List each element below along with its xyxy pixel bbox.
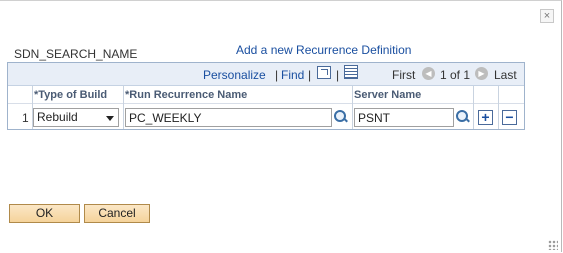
run-recurrence-name-input[interactable] [125,108,332,127]
add-recurrence-definition-link[interactable]: Add a new Recurrence Definition [236,43,411,57]
find-link[interactable]: Find [281,68,304,82]
nav-separator: | [308,68,312,82]
first-label: First [392,68,416,82]
row-range-label: 1 of 1 [440,68,471,82]
column-header-server-name: Server Name [353,86,473,104]
search-icon[interactable] [456,110,470,124]
cancel-button[interactable]: Cancel [84,204,150,223]
row-number: 1 [22,111,29,125]
ok-button[interactable]: OK [9,204,80,223]
server-name-input[interactable] [354,108,454,127]
previous-arrow-icon[interactable]: ◀ [422,67,435,80]
type-of-build-select[interactable]: Rebuild [33,108,119,127]
column-divider [498,86,499,129]
column-divider [473,86,474,129]
next-arrow-icon[interactable]: ▶ [475,67,488,80]
column-header-type-of-build: *Type of Build [33,86,123,104]
component-name-label: SDN_SEARCH_NAME [14,47,138,61]
close-icon[interactable]: × [540,9,554,23]
search-icon[interactable] [334,110,348,124]
recurrence-dialog: × SDN_SEARCH_NAME Add a new Recurrence D… [0,0,562,252]
view-all-icon[interactable] [317,66,331,79]
delete-row-button[interactable]: − [502,110,517,125]
row-actions-header [474,86,524,104]
add-row-button[interactable]: + [478,110,493,125]
personalize-link[interactable]: Personalize [203,68,266,82]
column-header-run-recurrence-name: *Run Recurrence Name [124,86,352,104]
type-of-build-value: Rebuild [37,110,78,124]
recurrence-grid: Personalize | Find | | First ◀ 1 of 1 ▶ … [7,62,525,130]
resize-grip-icon[interactable] [548,240,558,250]
nav-separator: | [275,68,279,82]
chevron-down-icon [106,116,114,121]
last-label: Last [494,68,517,82]
column-divider [352,86,353,129]
row-number-header [8,86,32,104]
grid-navigation-bar: Personalize | Find | | First ◀ 1 of 1 ▶ … [8,63,524,86]
nav-separator: | [336,68,340,82]
column-divider [123,86,124,129]
download-grid-icon[interactable] [344,65,358,79]
